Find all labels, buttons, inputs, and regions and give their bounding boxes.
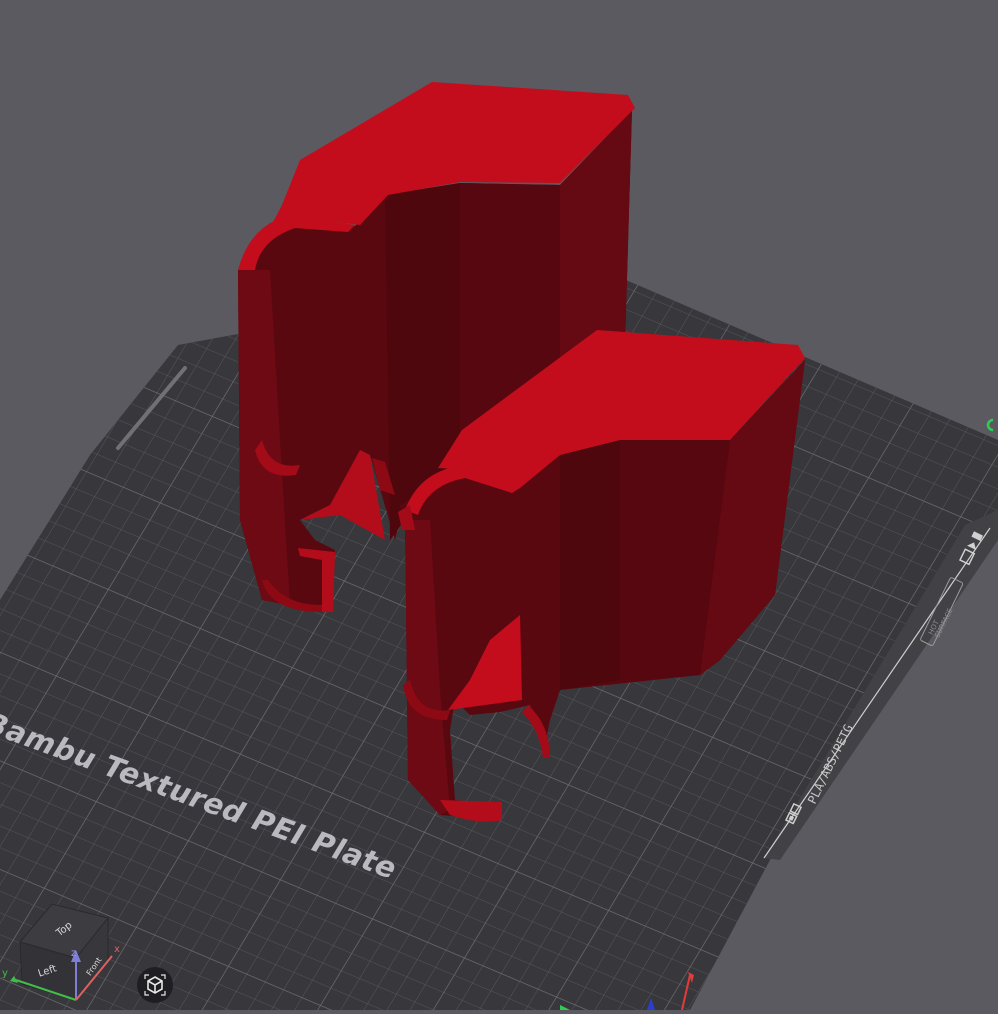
3d-viewport[interactable] bbox=[0, 0, 998, 1010]
view-cube-graphic bbox=[10, 903, 113, 1002]
reset-view-button[interactable] bbox=[137, 967, 173, 1003]
axis-y-label: y bbox=[2, 968, 8, 979]
view-cube[interactable]: Top Left Front x y z bbox=[0, 896, 130, 1010]
axis-x-label: x bbox=[114, 944, 120, 955]
axis-z-label: z bbox=[71, 948, 77, 959]
view-cube-reset-icon bbox=[144, 974, 166, 996]
